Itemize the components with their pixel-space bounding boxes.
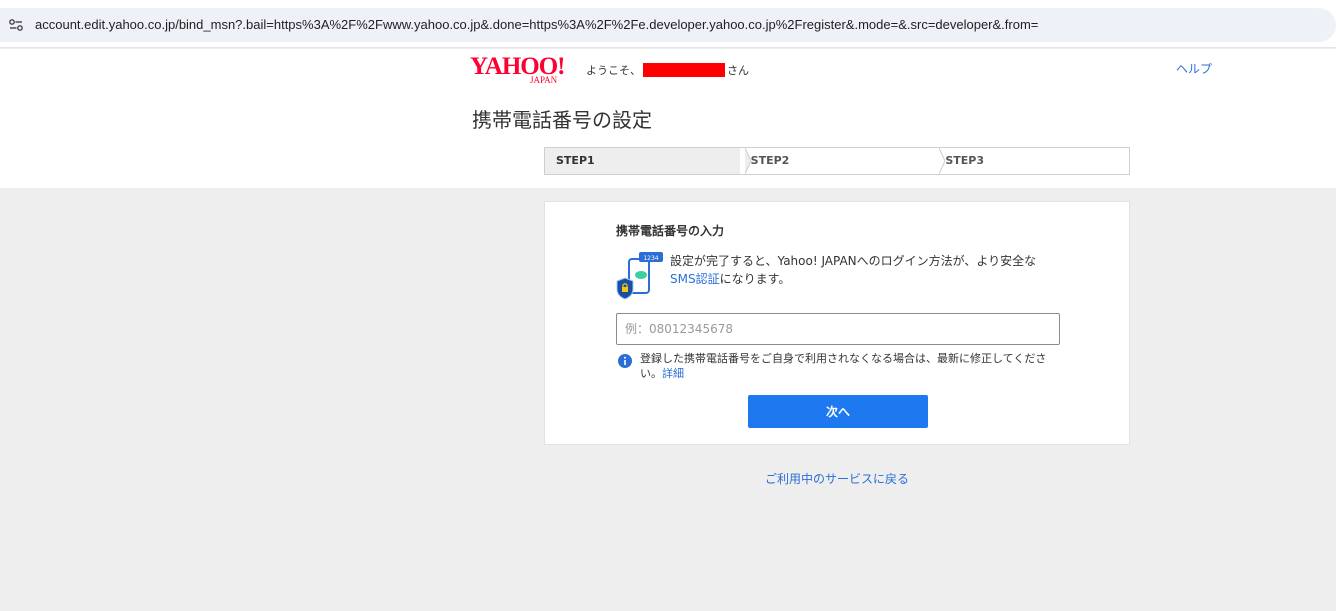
step-label: STEP1 — [556, 154, 595, 167]
help-link[interactable]: ヘルプ — [1176, 60, 1212, 77]
site-settings-icon[interactable] — [8, 17, 24, 33]
back-to-service-link[interactable]: ご利用中のサービスに戻る — [0, 470, 1336, 487]
details-link[interactable]: 詳細 — [662, 367, 684, 380]
step-1: STEP1 — [545, 148, 752, 174]
phone-shield-icon: 1234 — [615, 251, 665, 301]
welcome-suffix: さん — [727, 64, 749, 77]
address-bar[interactable]: account.edit.yahoo.co.jp/bind_msn?.bail=… — [0, 8, 1336, 42]
info-icon — [618, 353, 632, 368]
step-label: STEP2 — [750, 154, 790, 167]
sms-auth-link[interactable]: SMS認証 — [670, 272, 720, 286]
welcome-message: ようこそ、 さん — [586, 62, 749, 78]
redacted-username — [643, 63, 725, 77]
step-3: STEP3 — [934, 148, 1129, 174]
card-title: 携帯電話番号の入力 — [616, 224, 725, 238]
phone-entry-card: 携帯電話番号の入力 1234 設定が完了すると、Yahoo! JAPANへのログ… — [544, 201, 1130, 445]
page-title: 携帯電話番号の設定 — [472, 108, 652, 132]
welcome-prefix: ようこそ、 — [586, 64, 641, 77]
notice-text: 登録した携帯電話番号をご自身で利用されなくなる場合は、最新に修正してください。 — [640, 352, 1047, 380]
phone-notice: 登録した携帯電話番号をご自身で利用されなくなる場合は、最新に修正してください。詳… — [640, 351, 1065, 381]
browser-toolbar: account.edit.yahoo.co.jp/bind_msn?.bail=… — [0, 0, 1336, 48]
phone-number-input[interactable] — [616, 313, 1060, 345]
card-description: 設定が完了すると、Yahoo! JAPANへのログイン方法が、より安全な SMS… — [670, 252, 1070, 288]
page-header: YAHOO! JAPAN ようこそ、 さん ヘルプ 携帯電話番号の設定 STEP… — [0, 49, 1336, 188]
desc-line1: 設定が完了すると、Yahoo! JAPANへのログイン方法が、より安全な — [670, 254, 1037, 268]
next-button[interactable]: 次へ — [748, 395, 928, 428]
yahoo-japan-logo[interactable]: YAHOO! JAPAN — [470, 54, 574, 85]
step-label: STEP3 — [945, 154, 984, 167]
logo-sub-text: JAPAN — [530, 75, 558, 85]
desc-line2: になります。 — [719, 272, 791, 286]
step-progress-bar: STEP1 STEP2 STEP3 — [544, 147, 1130, 175]
url-text[interactable]: account.edit.yahoo.co.jp/bind_msn?.bail=… — [35, 8, 1038, 42]
step-2: STEP2 — [740, 148, 946, 174]
illustration-badge-text: 1234 — [643, 255, 658, 262]
